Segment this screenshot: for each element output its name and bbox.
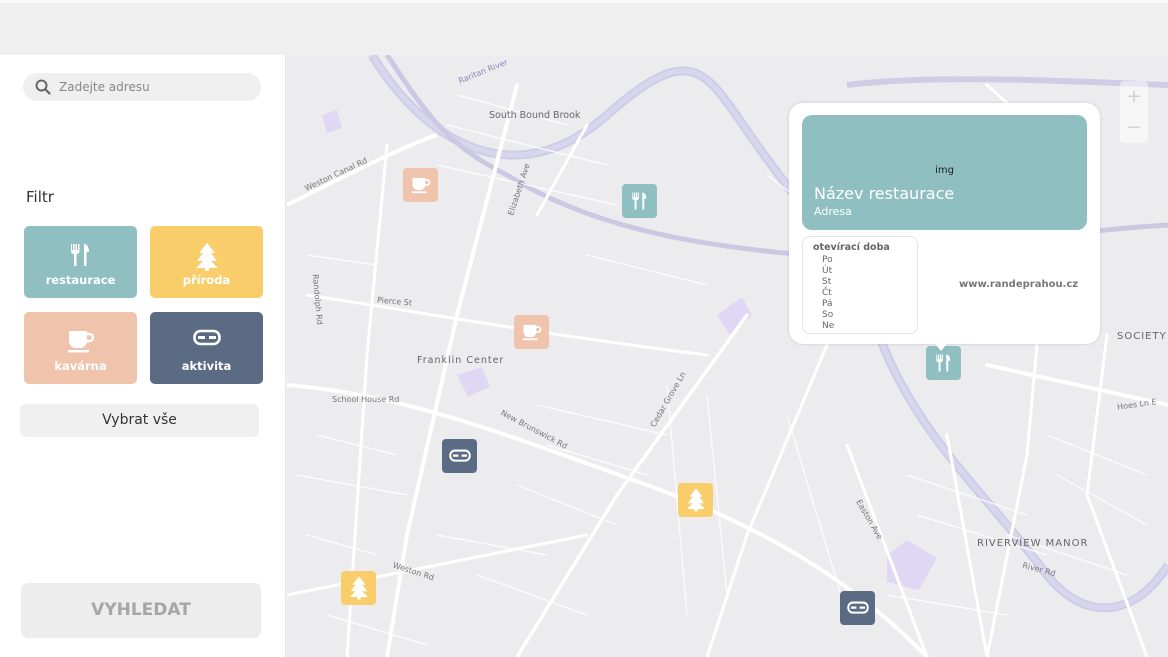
opening-hours-day: So: [822, 310, 834, 320]
filter-title: Filtr: [26, 188, 54, 206]
map-label-south-bound-brook: South Bound Brook: [489, 110, 581, 121]
fork-knife-icon: [935, 354, 950, 372]
coffee-cup-icon: [522, 324, 541, 341]
top-bar: [0, 0, 1168, 55]
search-icon: [35, 79, 51, 95]
filter-aktivita-label: aktivita: [181, 359, 232, 373]
popup-opening-hours: otevírací doba Po Út St Čt Pá So Ne: [802, 236, 918, 334]
popup-image: img Název restaurace Adresa: [802, 115, 1087, 230]
filter-priroda-label: příroda: [182, 273, 231, 287]
search-input[interactable]: [59, 73, 249, 101]
opening-hours-day: Po: [822, 255, 833, 265]
popup-place-name: Název restaurace: [814, 184, 955, 203]
filter-aktivita[interactable]: aktivita: [150, 312, 263, 384]
filter-kavarna-label: kavárna: [54, 359, 107, 373]
search-button[interactable]: VYHLEDAT: [21, 583, 261, 638]
map-label-riverview-manor: RIVERVIEW MANOR: [977, 538, 1089, 549]
marker-priroda[interactable]: [341, 571, 376, 605]
marker-restaurace-selected[interactable]: [926, 346, 961, 380]
opening-hours-day: Pá: [822, 299, 833, 309]
zoom-control: + −: [1120, 81, 1148, 143]
opening-hours-title: otevírací doba: [813, 242, 890, 253]
map[interactable]: South Bound Brook Franklin Center RIVERV…: [287, 55, 1168, 657]
marker-kavarna[interactable]: [514, 315, 549, 349]
marker-aktivita[interactable]: [840, 591, 875, 625]
fork-knife-icon: [70, 244, 89, 266]
coffee-cup-icon: [411, 177, 430, 194]
map-label-franklin-center: Franklin Center: [417, 355, 505, 366]
popup-tail: [931, 339, 951, 351]
popup-place-address: Adresa: [814, 205, 852, 218]
map-label-school-house-rd: School House Rd: [332, 395, 400, 404]
select-all-button[interactable]: Vybrat vše: [20, 404, 259, 437]
tree-icon: [349, 576, 368, 600]
mask-icon: [448, 449, 471, 462]
mask-icon: [846, 601, 869, 614]
marker-kavarna[interactable]: [403, 168, 438, 202]
mask-icon: [192, 329, 221, 346]
popup-image-placeholder: img: [935, 165, 954, 176]
filter-restaurace[interactable]: restaurace: [24, 226, 137, 298]
opening-hours-day: Út: [822, 266, 833, 276]
filter-kavarna[interactable]: kavárna: [24, 312, 137, 384]
filter-priroda[interactable]: příroda: [150, 226, 263, 298]
zoom-in-button[interactable]: +: [1120, 81, 1148, 112]
filter-restaurace-label: restaurace: [45, 273, 116, 287]
search-box[interactable]: [23, 73, 261, 101]
tree-icon: [686, 488, 705, 512]
zoom-out-button[interactable]: −: [1120, 112, 1148, 143]
opening-hours-day: Čt: [822, 288, 832, 298]
popup-website-link[interactable]: www.randeprahou.cz: [959, 279, 1078, 290]
tree-icon: [195, 243, 218, 271]
map-label-society-hill: SOCIETY H: [1117, 331, 1168, 342]
coffee-cup-icon: [67, 331, 94, 353]
fork-knife-icon: [631, 192, 646, 210]
marker-aktivita[interactable]: [442, 439, 477, 473]
marker-restaurace[interactable]: [622, 184, 657, 218]
marker-priroda[interactable]: [678, 483, 713, 517]
opening-hours-day: St: [822, 277, 832, 287]
sidebar: Filtr restaurace příroda kavárna aktivit…: [0, 55, 286, 657]
place-popup: img Název restaurace Adresa otevírací do…: [789, 103, 1100, 351]
opening-hours-day: Ne: [822, 321, 835, 331]
